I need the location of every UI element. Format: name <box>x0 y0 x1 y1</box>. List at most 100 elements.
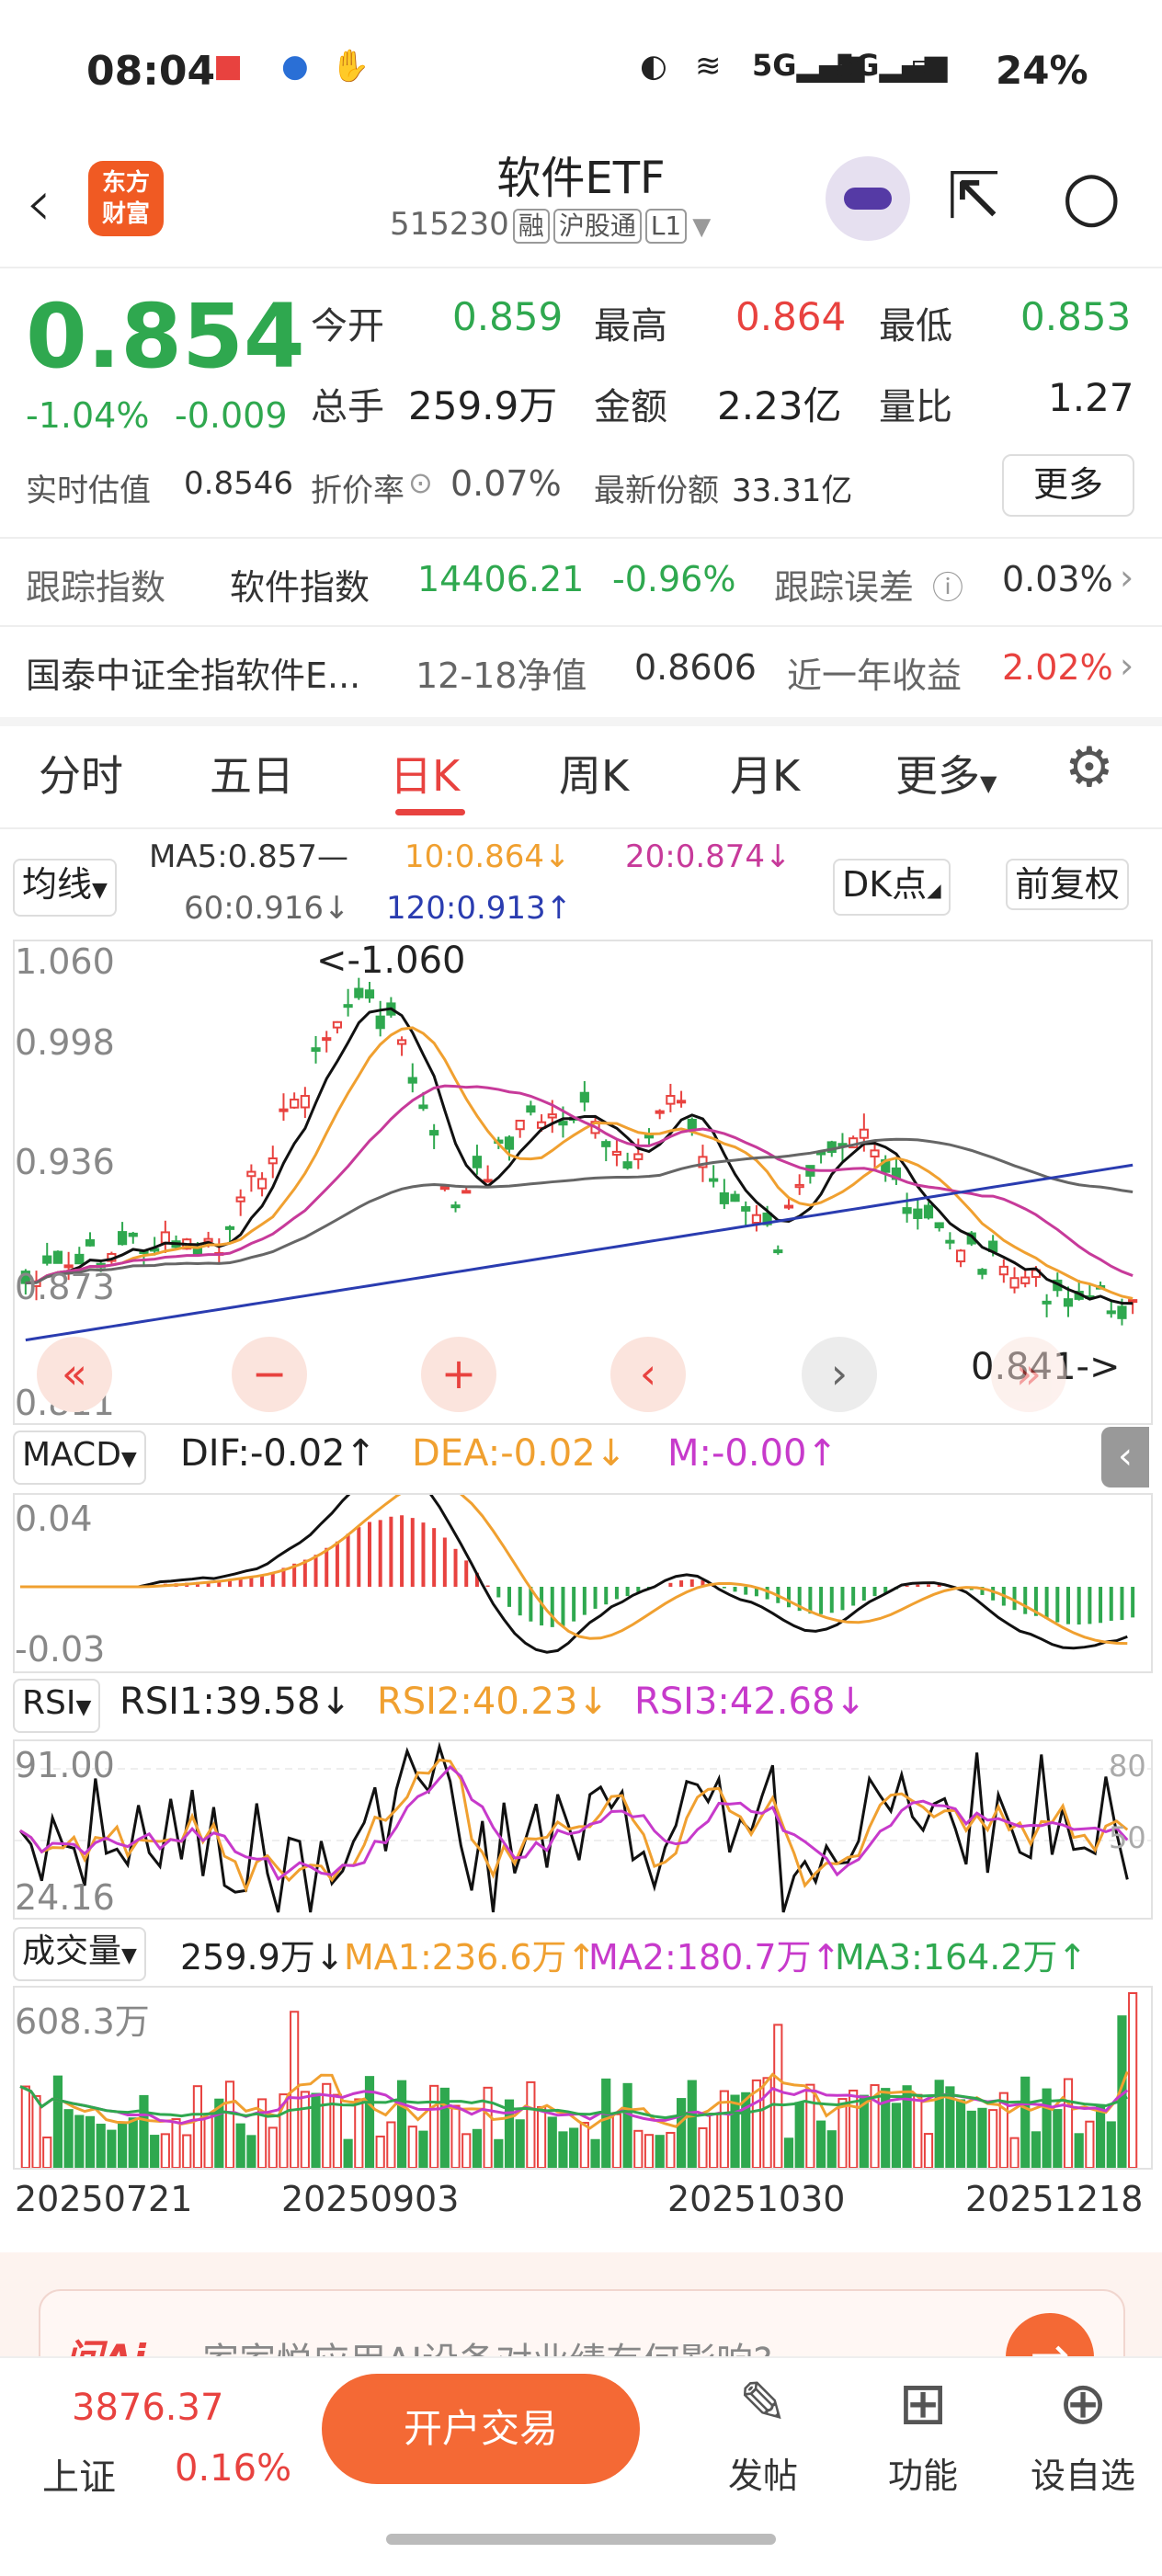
macd-selector[interactable]: MACD▼ <box>13 1430 146 1485</box>
candle <box>450 1204 461 1209</box>
tab-intraday[interactable]: 分时 <box>39 743 123 804</box>
scroll-right-icon[interactable]: › <box>802 1337 877 1412</box>
collapse-panel-icon[interactable]: ‹ <box>1101 1427 1149 1487</box>
header: ‹ 东方 财富 软件ETF 515230 融沪股通 L1 ▼ ⇱ ○ <box>0 138 1162 268</box>
candle <box>676 1100 687 1104</box>
volume-bar <box>1074 2133 1084 2168</box>
volume-bar <box>687 2080 697 2168</box>
candle <box>977 1269 987 1275</box>
ma5-line <box>25 1007 1134 1305</box>
dropdown-icon[interactable]: ▼ <box>692 213 711 241</box>
ai-assistant-icon[interactable] <box>826 156 910 241</box>
volume-bar <box>622 2082 632 2168</box>
candle <box>322 1037 332 1042</box>
track-value: 14406.21 <box>417 559 585 599</box>
fund-name[interactable]: 国泰中证全指软件E... <box>26 647 360 698</box>
high-value: 0.864 <box>735 294 847 339</box>
open-account-button[interactable]: 开户交易 <box>322 2374 640 2484</box>
volume-bar <box>224 2080 235 2168</box>
ma120-line <box>25 1163 1134 1342</box>
high-label: 最高 <box>594 305 667 348</box>
post-icon[interactable]: ✎ <box>708 2370 818 2438</box>
help-icon[interactable]: ⓘ <box>932 563 963 608</box>
volume-ma3: MA3:164.2万↑ <box>835 1937 1088 1978</box>
candle <box>117 1231 128 1246</box>
candle <box>923 1204 934 1219</box>
info-icon[interactable]: ⊙ <box>408 465 433 500</box>
low-label: 最低 <box>879 305 952 348</box>
share-icon[interactable]: ⇱ <box>947 158 1001 234</box>
candle <box>224 1225 235 1230</box>
zoom-in-icon[interactable]: + <box>421 1337 496 1412</box>
candle <box>311 1047 321 1053</box>
candle <box>1106 1310 1116 1315</box>
candle <box>1042 1300 1052 1305</box>
battery-level: 24% <box>996 48 1088 93</box>
candle <box>687 1118 697 1131</box>
candle <box>913 1208 923 1219</box>
macd-y-top: 0.04 <box>15 1499 93 1539</box>
candle <box>461 1190 472 1194</box>
chevron-right-icon-2[interactable]: › <box>1120 645 1134 686</box>
volume-bar <box>590 2138 600 2168</box>
more-button[interactable]: 更多 <box>1002 454 1134 517</box>
adjust-button[interactable]: 前复权 <box>1006 859 1130 910</box>
hd-icon: ◐ <box>640 48 667 85</box>
candle <box>396 1039 407 1045</box>
rsi1-value: RSI1:39.58↓ <box>120 1681 351 1723</box>
scroll-right-fast-icon[interactable]: » <box>991 1337 1066 1412</box>
candle <box>741 1205 751 1212</box>
divider <box>0 537 1162 539</box>
zoom-out-icon[interactable]: − <box>232 1337 307 1412</box>
volume-bar <box>192 2085 203 2168</box>
scroll-left-fast-icon[interactable]: « <box>37 1337 112 1412</box>
ma-selector[interactable]: 均线▼ <box>13 859 117 917</box>
volume-ma2: MA2:180.7万↑ <box>588 1937 841 1978</box>
dk-point-button[interactable]: DK点◢ <box>833 859 951 916</box>
tab-more[interactable]: 更多▼ <box>895 743 997 804</box>
volume-bar <box>644 2134 655 2168</box>
tab-5day[interactable]: 五日 <box>210 743 294 804</box>
settings-gear-icon[interactable]: ⚙ <box>1065 735 1114 800</box>
wifi-icon: ≋ <box>695 48 722 85</box>
scroll-left-icon[interactable]: ‹ <box>610 1337 686 1412</box>
volume-bar <box>698 2126 708 2168</box>
tab-weekly-k[interactable]: 周K <box>559 743 629 804</box>
track-index[interactable]: 软件指数 <box>230 559 370 610</box>
candle <box>1128 1299 1138 1304</box>
volume-bar <box>171 2118 181 2168</box>
volume-bar <box>611 2113 622 2168</box>
post-label[interactable]: 发帖 <box>689 2447 837 2498</box>
function-label[interactable]: 功能 <box>849 2447 997 2498</box>
rsi-selector[interactable]: RSI▼ <box>13 1679 101 1733</box>
volume-bar <box>450 2104 461 2168</box>
date-label: 20251030 <box>667 2179 846 2219</box>
volume-bar <box>96 2124 106 2168</box>
ma5-value: MA5:0.857— <box>149 838 349 875</box>
app-notification-icon-2: ● <box>281 48 309 85</box>
volume-bar <box>494 2138 504 2168</box>
chevron-right-icon[interactable]: › <box>1120 557 1134 598</box>
candle <box>709 1178 719 1182</box>
watchlist-label[interactable]: 设自选 <box>1009 2447 1156 2498</box>
security-subline: 515230 融沪股通 L1 ▼ <box>390 206 711 244</box>
apps-icon[interactable]: ⊞ <box>868 2370 978 2438</box>
volume-bar <box>396 2080 407 2168</box>
index-value[interactable]: 3876.37 <box>72 2387 223 2429</box>
low-value: 0.853 <box>1020 294 1132 339</box>
add-watchlist-icon[interactable]: ⊕ <box>1028 2370 1138 2438</box>
candle <box>235 1196 245 1203</box>
volume-selector[interactable]: 成交量▼ <box>13 1927 146 1981</box>
tab-daily-k[interactable]: 日K <box>390 743 460 804</box>
security-code: 515230 <box>390 206 509 243</box>
volume-bar <box>1063 2078 1074 2168</box>
candle <box>783 1204 794 1209</box>
status-time: 08:04 <box>86 48 216 95</box>
candle <box>902 1207 912 1214</box>
index-name[interactable]: 上证 <box>42 2447 116 2501</box>
rsi-chart <box>13 1739 1153 1920</box>
tab-monthly-k[interactable]: 月K <box>730 743 800 804</box>
volume-y-top: 608.3万 <box>15 2001 150 2042</box>
volume-bar <box>676 2098 687 2168</box>
search-icon[interactable]: ○ <box>1062 156 1122 235</box>
